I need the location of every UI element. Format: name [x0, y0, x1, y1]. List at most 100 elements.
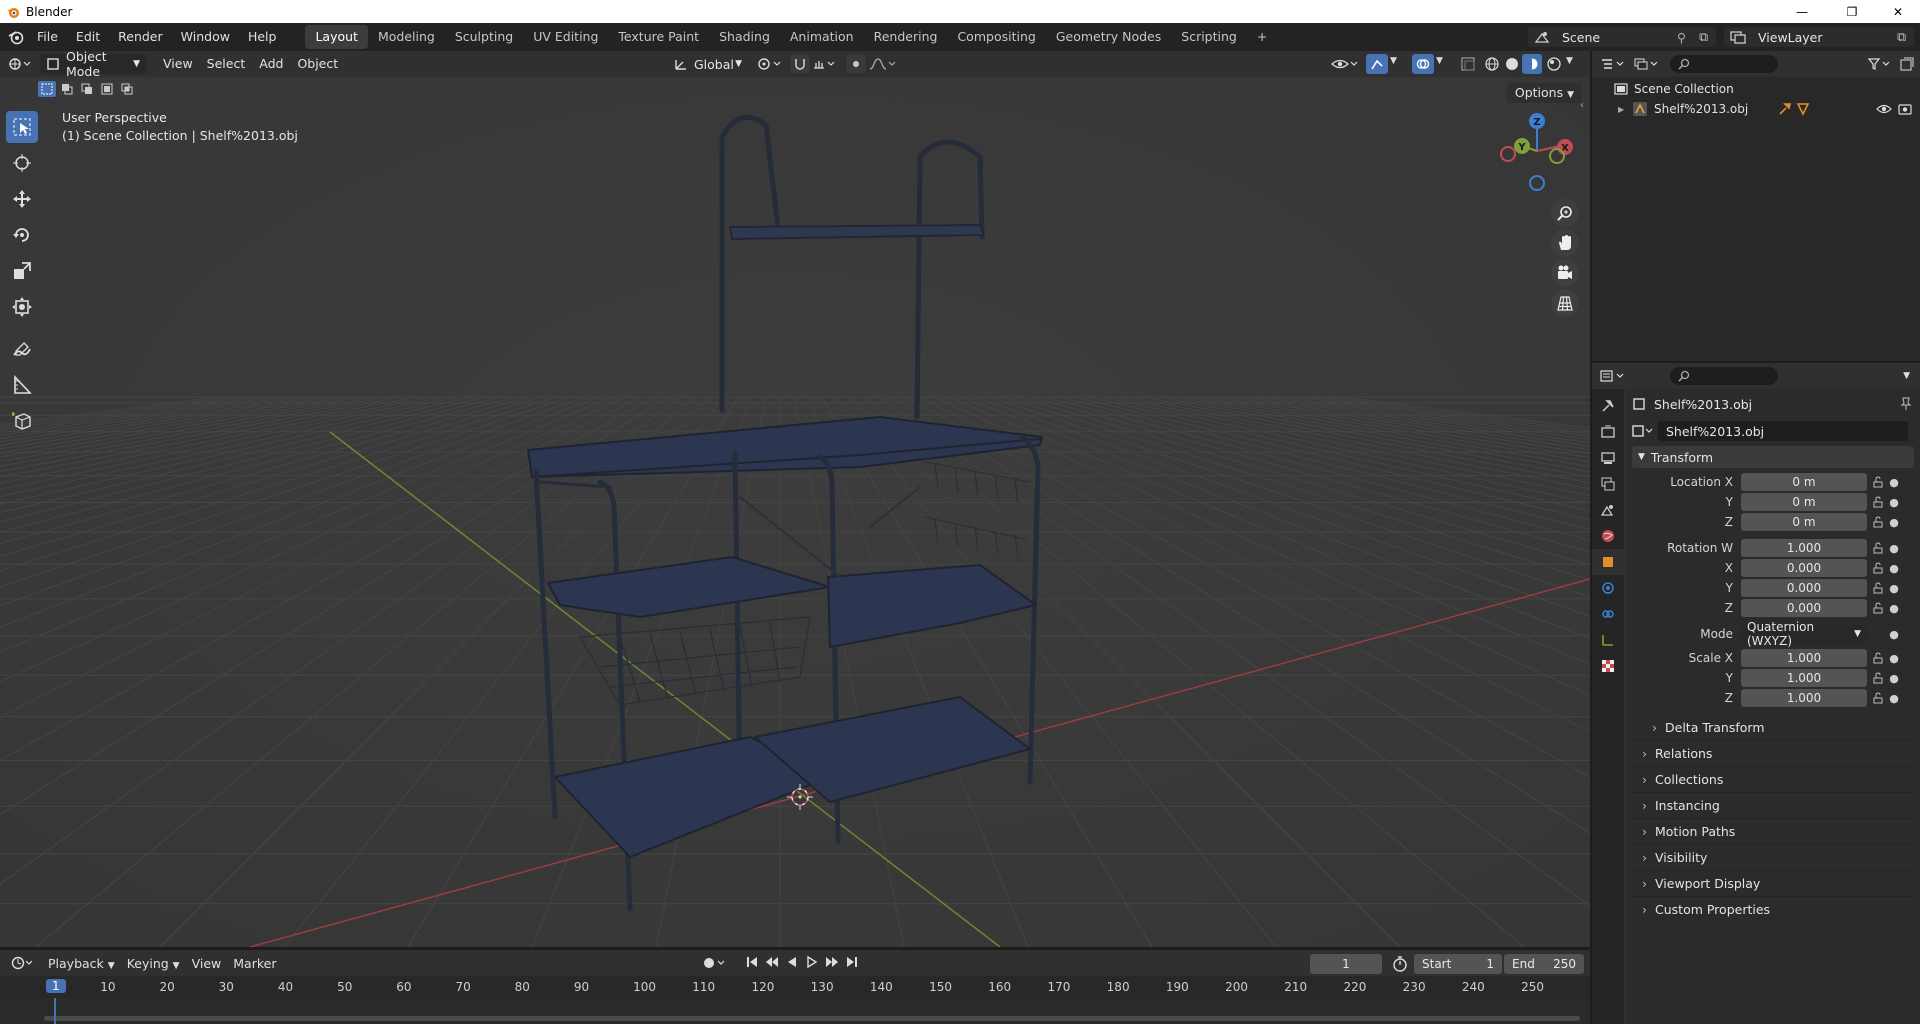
keyframe-dot-icon[interactable]: ●: [1889, 692, 1899, 705]
lock-icon[interactable]: [1867, 496, 1889, 508]
tab-compositing[interactable]: Compositing: [947, 25, 1045, 49]
new-collection-icon[interactable]: [1900, 57, 1914, 71]
measure-tool[interactable]: [6, 369, 38, 401]
outliner-search-input[interactable]: [1670, 55, 1778, 73]
panel-visibility[interactable]: › Visibility: [1632, 844, 1914, 870]
menu-file[interactable]: File: [28, 23, 67, 51]
snap-target-icon[interactable]: [812, 56, 838, 72]
lock-icon[interactable]: [1867, 542, 1889, 554]
rotation-w-field[interactable]: 1.000: [1741, 539, 1867, 557]
lock-icon[interactable]: [1867, 516, 1889, 528]
blender-menu-icon[interactable]: [8, 29, 24, 45]
keyframe-dot-icon[interactable]: ●: [1889, 582, 1899, 595]
keyframe-dot-icon[interactable]: ●: [1889, 496, 1899, 509]
lock-icon[interactable]: [1867, 562, 1889, 574]
rotation-z-field[interactable]: 0.000: [1741, 599, 1867, 617]
modifier-wrench-icon[interactable]: [1778, 102, 1792, 116]
panel-instancing[interactable]: › Instancing: [1632, 792, 1914, 818]
tab-constraints[interactable]: [1592, 601, 1624, 627]
pin-icon[interactable]: [1900, 397, 1912, 411]
play-icon[interactable]: [805, 955, 819, 969]
keyframe-dot-icon[interactable]: ●: [1889, 602, 1899, 615]
select-subtract-icon[interactable]: [78, 81, 96, 97]
pivot-icon[interactable]: [756, 56, 784, 72]
xray-icon[interactable]: [1460, 56, 1476, 72]
solid-shading-icon[interactable]: [1504, 56, 1520, 72]
transform-tool[interactable]: [6, 291, 38, 323]
rotation-mode-dropdown[interactable]: Quaternion (WXYZ) ▼: [1741, 620, 1867, 648]
tab-sculpting[interactable]: Sculpting: [445, 25, 523, 49]
tab-animation[interactable]: Animation: [780, 25, 864, 49]
lock-icon[interactable]: [1867, 602, 1889, 614]
tab-view-layer[interactable]: [1592, 471, 1624, 497]
tab-output[interactable]: [1592, 445, 1624, 471]
rotation-y-field[interactable]: 0.000: [1741, 579, 1867, 597]
chevron-down-icon[interactable]: ▼: [1566, 56, 1573, 66]
select-box-tool[interactable]: [6, 111, 38, 143]
menu-edit[interactable]: Edit: [67, 23, 109, 51]
options-button[interactable]: Options ▼: [1506, 83, 1582, 103]
panel-collections[interactable]: › Collections: [1632, 766, 1914, 792]
select-intersect-icon[interactable]: [118, 81, 136, 97]
outliner-editor-icon[interactable]: [1600, 57, 1626, 71]
camera-view-button[interactable]: [1551, 259, 1579, 287]
timeline-menu-playback[interactable]: Playback ▼: [42, 956, 121, 971]
menu-render[interactable]: Render: [109, 23, 172, 51]
visibility-selector-icon[interactable]: [1330, 56, 1360, 72]
close-button[interactable]: ✕: [1876, 0, 1920, 23]
select-extend-icon[interactable]: [58, 81, 76, 97]
tab-data[interactable]: [1592, 627, 1624, 653]
eye-icon[interactable]: [1876, 103, 1892, 115]
proportional-editing-icon[interactable]: [846, 55, 866, 73]
tab-layout[interactable]: Layout: [305, 25, 368, 49]
minimize-button[interactable]: —: [1780, 0, 1824, 23]
delta-transform-subpanel[interactable]: › Delta Transform: [1632, 714, 1914, 740]
chevron-down-icon[interactable]: ▼: [1390, 56, 1397, 66]
mode-dropdown[interactable]: Object Mode ▼: [40, 49, 146, 79]
timeline-scrollbar[interactable]: [44, 1016, 1580, 1021]
outliner-object-row[interactable]: ▶ Shelf%2013.obj: [1592, 99, 1920, 119]
editor-type-icon[interactable]: [8, 56, 32, 72]
scale-x-field[interactable]: 1.000: [1741, 649, 1867, 667]
location-y-field[interactable]: 0 m: [1741, 493, 1867, 511]
object-name-input[interactable]: Shelf%2013.obj: [1658, 421, 1908, 441]
tab-rendering[interactable]: Rendering: [864, 25, 948, 49]
timeline-menu-view[interactable]: View: [186, 956, 228, 971]
outliner-scene-collection[interactable]: Scene Collection: [1592, 79, 1920, 99]
timeline-menu-marker[interactable]: Marker: [227, 956, 282, 971]
select-new-icon[interactable]: [38, 81, 56, 97]
annotate-tool[interactable]: [6, 333, 38, 365]
snap-icon[interactable]: [790, 55, 810, 73]
tab-world[interactable]: [1592, 523, 1624, 549]
scene-canvas[interactable]: Z X Y: [0, 77, 1590, 947]
keyframe-dot-icon[interactable]: ●: [1889, 542, 1899, 555]
tab-texture-paint[interactable]: Texture Paint: [608, 25, 709, 49]
falloff-icon[interactable]: [868, 56, 898, 72]
display-mode-icon[interactable]: [1634, 57, 1660, 71]
tab-geometry-nodes[interactable]: Geometry Nodes: [1046, 25, 1171, 49]
chevron-down-icon[interactable]: ▼: [1436, 56, 1443, 66]
end-frame-field[interactable]: End 250: [1504, 954, 1584, 974]
render-camera-icon[interactable]: [1898, 103, 1912, 115]
start-frame-field[interactable]: Start 1: [1414, 954, 1502, 974]
chevron-down-icon[interactable]: ▼: [1903, 371, 1910, 381]
add-cube-tool[interactable]: [6, 405, 38, 437]
play-reverse-icon[interactable]: [785, 955, 799, 969]
keyframe-dot-icon[interactable]: ●: [1889, 562, 1899, 575]
select-invert-icon[interactable]: [98, 81, 116, 97]
keyframe-dot-icon[interactable]: ●: [1889, 652, 1899, 665]
menu-help[interactable]: Help: [239, 23, 286, 51]
rendered-shading-icon[interactable]: [1546, 56, 1562, 72]
move-tool[interactable]: [6, 183, 38, 215]
gizmo-toggle-icon[interactable]: [1366, 54, 1388, 74]
location-z-field[interactable]: 0 m: [1741, 513, 1867, 531]
cursor-tool[interactable]: [6, 147, 38, 179]
timeline-ruler[interactable]: 1 10 20 30 40 50 60 70 80 90 100 110 120 130 140 150 160…: [0, 976, 1590, 998]
3d-viewport[interactable]: Z X Y User Perspective (1) Scene Collect…: [0, 77, 1590, 947]
wireframe-shading-icon[interactable]: [1484, 56, 1500, 72]
expand-arrow-icon[interactable]: ▶: [1618, 105, 1632, 114]
scale-z-field[interactable]: 1.000: [1741, 689, 1867, 707]
panel-viewport-display[interactable]: › Viewport Display: [1632, 870, 1914, 896]
auto-key-icon[interactable]: [702, 956, 730, 970]
zoom-button[interactable]: [1551, 199, 1579, 227]
